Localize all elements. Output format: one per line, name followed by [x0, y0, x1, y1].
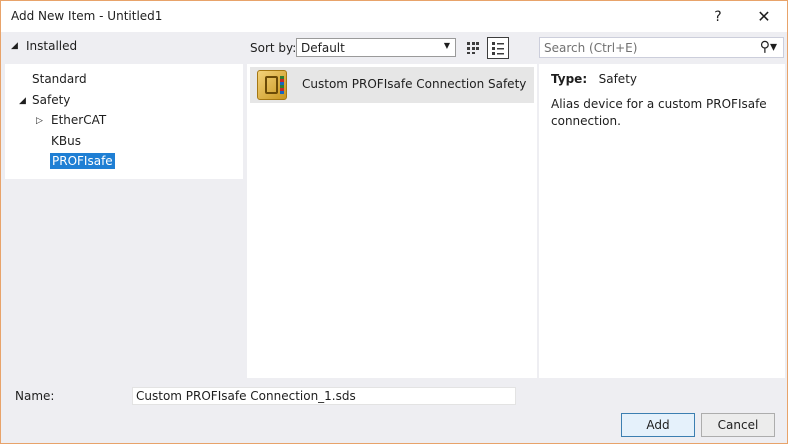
- type-value: Safety: [598, 72, 637, 86]
- search-icon[interactable]: ⚲▾: [760, 39, 777, 55]
- small-icons-icon: [467, 42, 479, 54]
- name-field[interactable]: Custom PROFIsafe Connection_1.sds: [132, 387, 516, 405]
- profisafe-icon: [257, 70, 287, 100]
- help-button[interactable]: ?: [695, 1, 741, 32]
- close-button[interactable]: ✕: [741, 1, 787, 32]
- tree-item-profisafe[interactable]: PROFIsafe: [50, 153, 115, 169]
- template-tree: Standard ◢ Safety ▷ EtherCAT KBus PROFIs…: [5, 64, 243, 179]
- item-label: Custom PROFIsafe Connection Safety: [302, 77, 527, 91]
- details-panel: Type: Safety Alias device for a custom P…: [539, 64, 785, 378]
- add-button[interactable]: Add: [621, 413, 695, 437]
- list-view-icon: [492, 42, 504, 55]
- cancel-button[interactable]: Cancel: [701, 413, 775, 437]
- installed-label: Installed: [26, 39, 78, 53]
- sort-by-value: Default: [301, 41, 345, 55]
- collapsed-triangle-icon[interactable]: ▷: [36, 116, 43, 126]
- tree-item-ethercat[interactable]: EtherCAT: [51, 113, 106, 127]
- search-placeholder: Search (Ctrl+E): [544, 41, 638, 55]
- add-new-item-dialog: Add New Item - Untitled1 ? ✕ ◢ Installed…: [0, 0, 788, 444]
- name-label: Name:: [15, 389, 55, 403]
- type-label: Type:: [551, 72, 588, 86]
- title-bar: Add New Item - Untitled1 ? ✕: [1, 1, 787, 32]
- expanded-triangle-icon[interactable]: ◢: [19, 96, 26, 106]
- tree-item-standard[interactable]: Standard: [32, 72, 87, 86]
- window-title: Add New Item - Untitled1: [11, 9, 163, 23]
- item-list: Custom PROFIsafe Connection Safety: [247, 64, 537, 378]
- collapse-triangle-icon: ◢: [11, 41, 18, 51]
- sort-by-label: Sort by:: [250, 41, 297, 55]
- search-box[interactable]: Search (Ctrl+E) ⚲▾: [539, 37, 784, 58]
- tree-item-kbus[interactable]: KBus: [51, 134, 81, 148]
- installed-header[interactable]: ◢ Installed: [5, 37, 243, 59]
- item-description: Alias device for a custom PROFIsafe conn…: [551, 97, 767, 128]
- sort-by-dropdown[interactable]: Default ▼: [296, 38, 456, 57]
- tree-item-safety[interactable]: Safety: [32, 93, 70, 107]
- type-line: Type: Safety: [551, 72, 637, 86]
- small-icons-view-button[interactable]: [462, 37, 484, 59]
- dropdown-arrow-icon: ▼: [443, 41, 450, 50]
- list-item[interactable]: Custom PROFIsafe Connection Safety: [250, 67, 534, 103]
- list-view-button[interactable]: [487, 37, 509, 59]
